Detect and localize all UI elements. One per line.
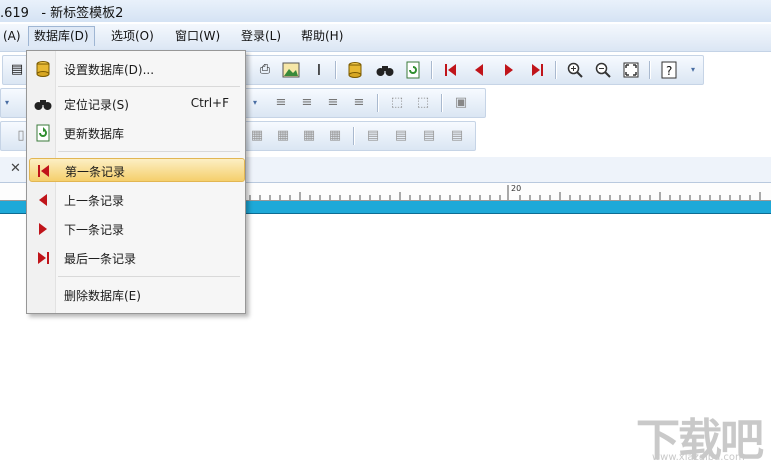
svg-text:?: ? bbox=[666, 64, 672, 78]
bring-front-icon[interactable]: ▦ bbox=[247, 126, 267, 146]
toolbar-separator bbox=[431, 61, 433, 79]
zoom-in-icon[interactable] bbox=[565, 60, 585, 80]
align-center-icon[interactable]: ≡ bbox=[297, 93, 317, 113]
align-right-icon[interactable]: ≡ bbox=[323, 93, 343, 113]
first-record-icon bbox=[34, 161, 54, 181]
menu-item-database[interactable]: 数据库(D) bbox=[28, 26, 95, 46]
menu-item-setup-database[interactable]: 设置数据库(D)... bbox=[29, 57, 243, 81]
dropdown-arrow-icon[interactable]: ▾ bbox=[1, 93, 13, 113]
align-justify-icon[interactable]: ≡ bbox=[349, 93, 369, 113]
menu-item-partial[interactable]: (A) bbox=[0, 27, 26, 46]
menu-item-first-record[interactable]: 第一条记录 bbox=[29, 158, 245, 182]
menu-item-label: 下一条记录 bbox=[64, 223, 125, 237]
toolbar-separator bbox=[353, 127, 355, 145]
dropdown-arrow-icon[interactable]: ▾ bbox=[249, 93, 261, 113]
ruler-label: 20 bbox=[511, 184, 522, 193]
bring-forward-icon[interactable]: ▦ bbox=[299, 126, 319, 146]
toolbar-separator bbox=[377, 94, 379, 112]
toolbar-separator bbox=[649, 61, 651, 79]
refresh-database-toolbar-icon[interactable] bbox=[403, 60, 423, 80]
toolbar-separator bbox=[441, 94, 443, 112]
binoculars-toolbar-icon[interactable] bbox=[375, 60, 395, 80]
help-icon[interactable]: ? bbox=[659, 60, 679, 80]
properties-icon[interactable]: ▣ bbox=[451, 93, 471, 113]
menu-item-next-record[interactable]: 下一条记录 bbox=[29, 217, 243, 241]
next-record-icon bbox=[33, 219, 53, 239]
last-record-icon bbox=[33, 248, 53, 268]
menu-item-last-record[interactable]: 最后一条记录 bbox=[29, 246, 243, 270]
zoom-out-icon[interactable] bbox=[593, 60, 613, 80]
watermark-site: www.xiazaiba.com bbox=[652, 452, 745, 463]
database-toolbar-icon[interactable] bbox=[345, 60, 365, 80]
menu-separator bbox=[58, 276, 240, 277]
menu-item-window[interactable]: 窗口(W) bbox=[170, 27, 225, 46]
menu-item-label: 最后一条记录 bbox=[64, 252, 137, 266]
menu-item-label: 第一条记录 bbox=[65, 165, 126, 179]
previous-record-toolbar-icon[interactable] bbox=[469, 60, 489, 80]
align-top-icon[interactable]: ▤ bbox=[363, 126, 383, 146]
menu-item-options[interactable]: 选项(O) bbox=[106, 27, 159, 46]
menu-item-label: 定位记录(S) bbox=[64, 98, 129, 112]
next-record-toolbar-icon[interactable] bbox=[499, 60, 519, 80]
image-icon[interactable] bbox=[281, 60, 301, 80]
align-bottom-icon[interactable]: ▤ bbox=[419, 126, 439, 146]
menu-item-previous-record[interactable]: 上一条记录 bbox=[29, 188, 243, 212]
refresh-database-icon bbox=[33, 123, 53, 143]
title-bar: .619 - 新标签模板2 bbox=[0, 0, 771, 22]
database-dropdown-menu: 设置数据库(D)... 定位记录(S) Ctrl+F 更新数据库 第一条记录 上… bbox=[26, 50, 246, 314]
menu-bar: (A) 数据库(D) 选项(O) 窗口(W) 登录(L) 帮助(H) bbox=[0, 24, 771, 52]
previous-record-icon bbox=[33, 190, 53, 210]
align-middle-icon[interactable]: ▤ bbox=[391, 126, 411, 146]
menu-item-label: 删除数据库(E) bbox=[64, 289, 141, 303]
fit-page-icon[interactable] bbox=[621, 60, 641, 80]
menu-item-label: 设置数据库(D)... bbox=[64, 63, 155, 77]
toolbar-separator bbox=[555, 61, 557, 79]
send-backward-icon[interactable]: ▦ bbox=[325, 126, 345, 146]
menu-item-delete-database[interactable]: 删除数据库(E) bbox=[29, 283, 243, 307]
distribute-icon[interactable]: ▤ bbox=[447, 126, 467, 146]
last-record-toolbar-icon[interactable] bbox=[527, 60, 547, 80]
menu-item-help[interactable]: 帮助(H) bbox=[296, 27, 348, 46]
send-back-icon[interactable]: ▦ bbox=[273, 126, 293, 146]
print-preview-icon[interactable]: ⎙ bbox=[255, 60, 275, 80]
menu-item-locate-record[interactable]: 定位记录(S) Ctrl+F bbox=[29, 92, 243, 116]
window-title: .619 - 新标签模板2 bbox=[0, 6, 124, 21]
toolbar-overflow-icon[interactable]: ▾ bbox=[687, 60, 699, 80]
database-icon bbox=[33, 59, 53, 79]
align-left-icon[interactable]: ≡ bbox=[271, 93, 291, 113]
menu-icon-gutter bbox=[27, 51, 56, 313]
group-icon[interactable]: ⬚ bbox=[387, 93, 407, 113]
menu-item-shortcut: Ctrl+F bbox=[190, 96, 229, 110]
menu-item-label: 上一条记录 bbox=[64, 194, 125, 208]
text-cursor-icon[interactable]: I bbox=[309, 60, 329, 80]
menu-item-update-database[interactable]: 更新数据库 bbox=[29, 121, 243, 145]
menu-separator bbox=[58, 86, 240, 87]
ungroup-icon[interactable]: ⬚ bbox=[413, 93, 433, 113]
binoculars-icon bbox=[33, 94, 53, 114]
menu-item-label: 更新数据库 bbox=[64, 127, 125, 141]
close-tab-icon[interactable]: ✕ bbox=[10, 161, 21, 176]
toolbar-separator bbox=[335, 61, 337, 79]
first-record-toolbar-icon[interactable] bbox=[441, 60, 461, 80]
layout-icon[interactable]: ▤ bbox=[7, 60, 27, 80]
menu-item-login[interactable]: 登录(L) bbox=[236, 27, 286, 46]
menu-separator bbox=[58, 151, 240, 152]
